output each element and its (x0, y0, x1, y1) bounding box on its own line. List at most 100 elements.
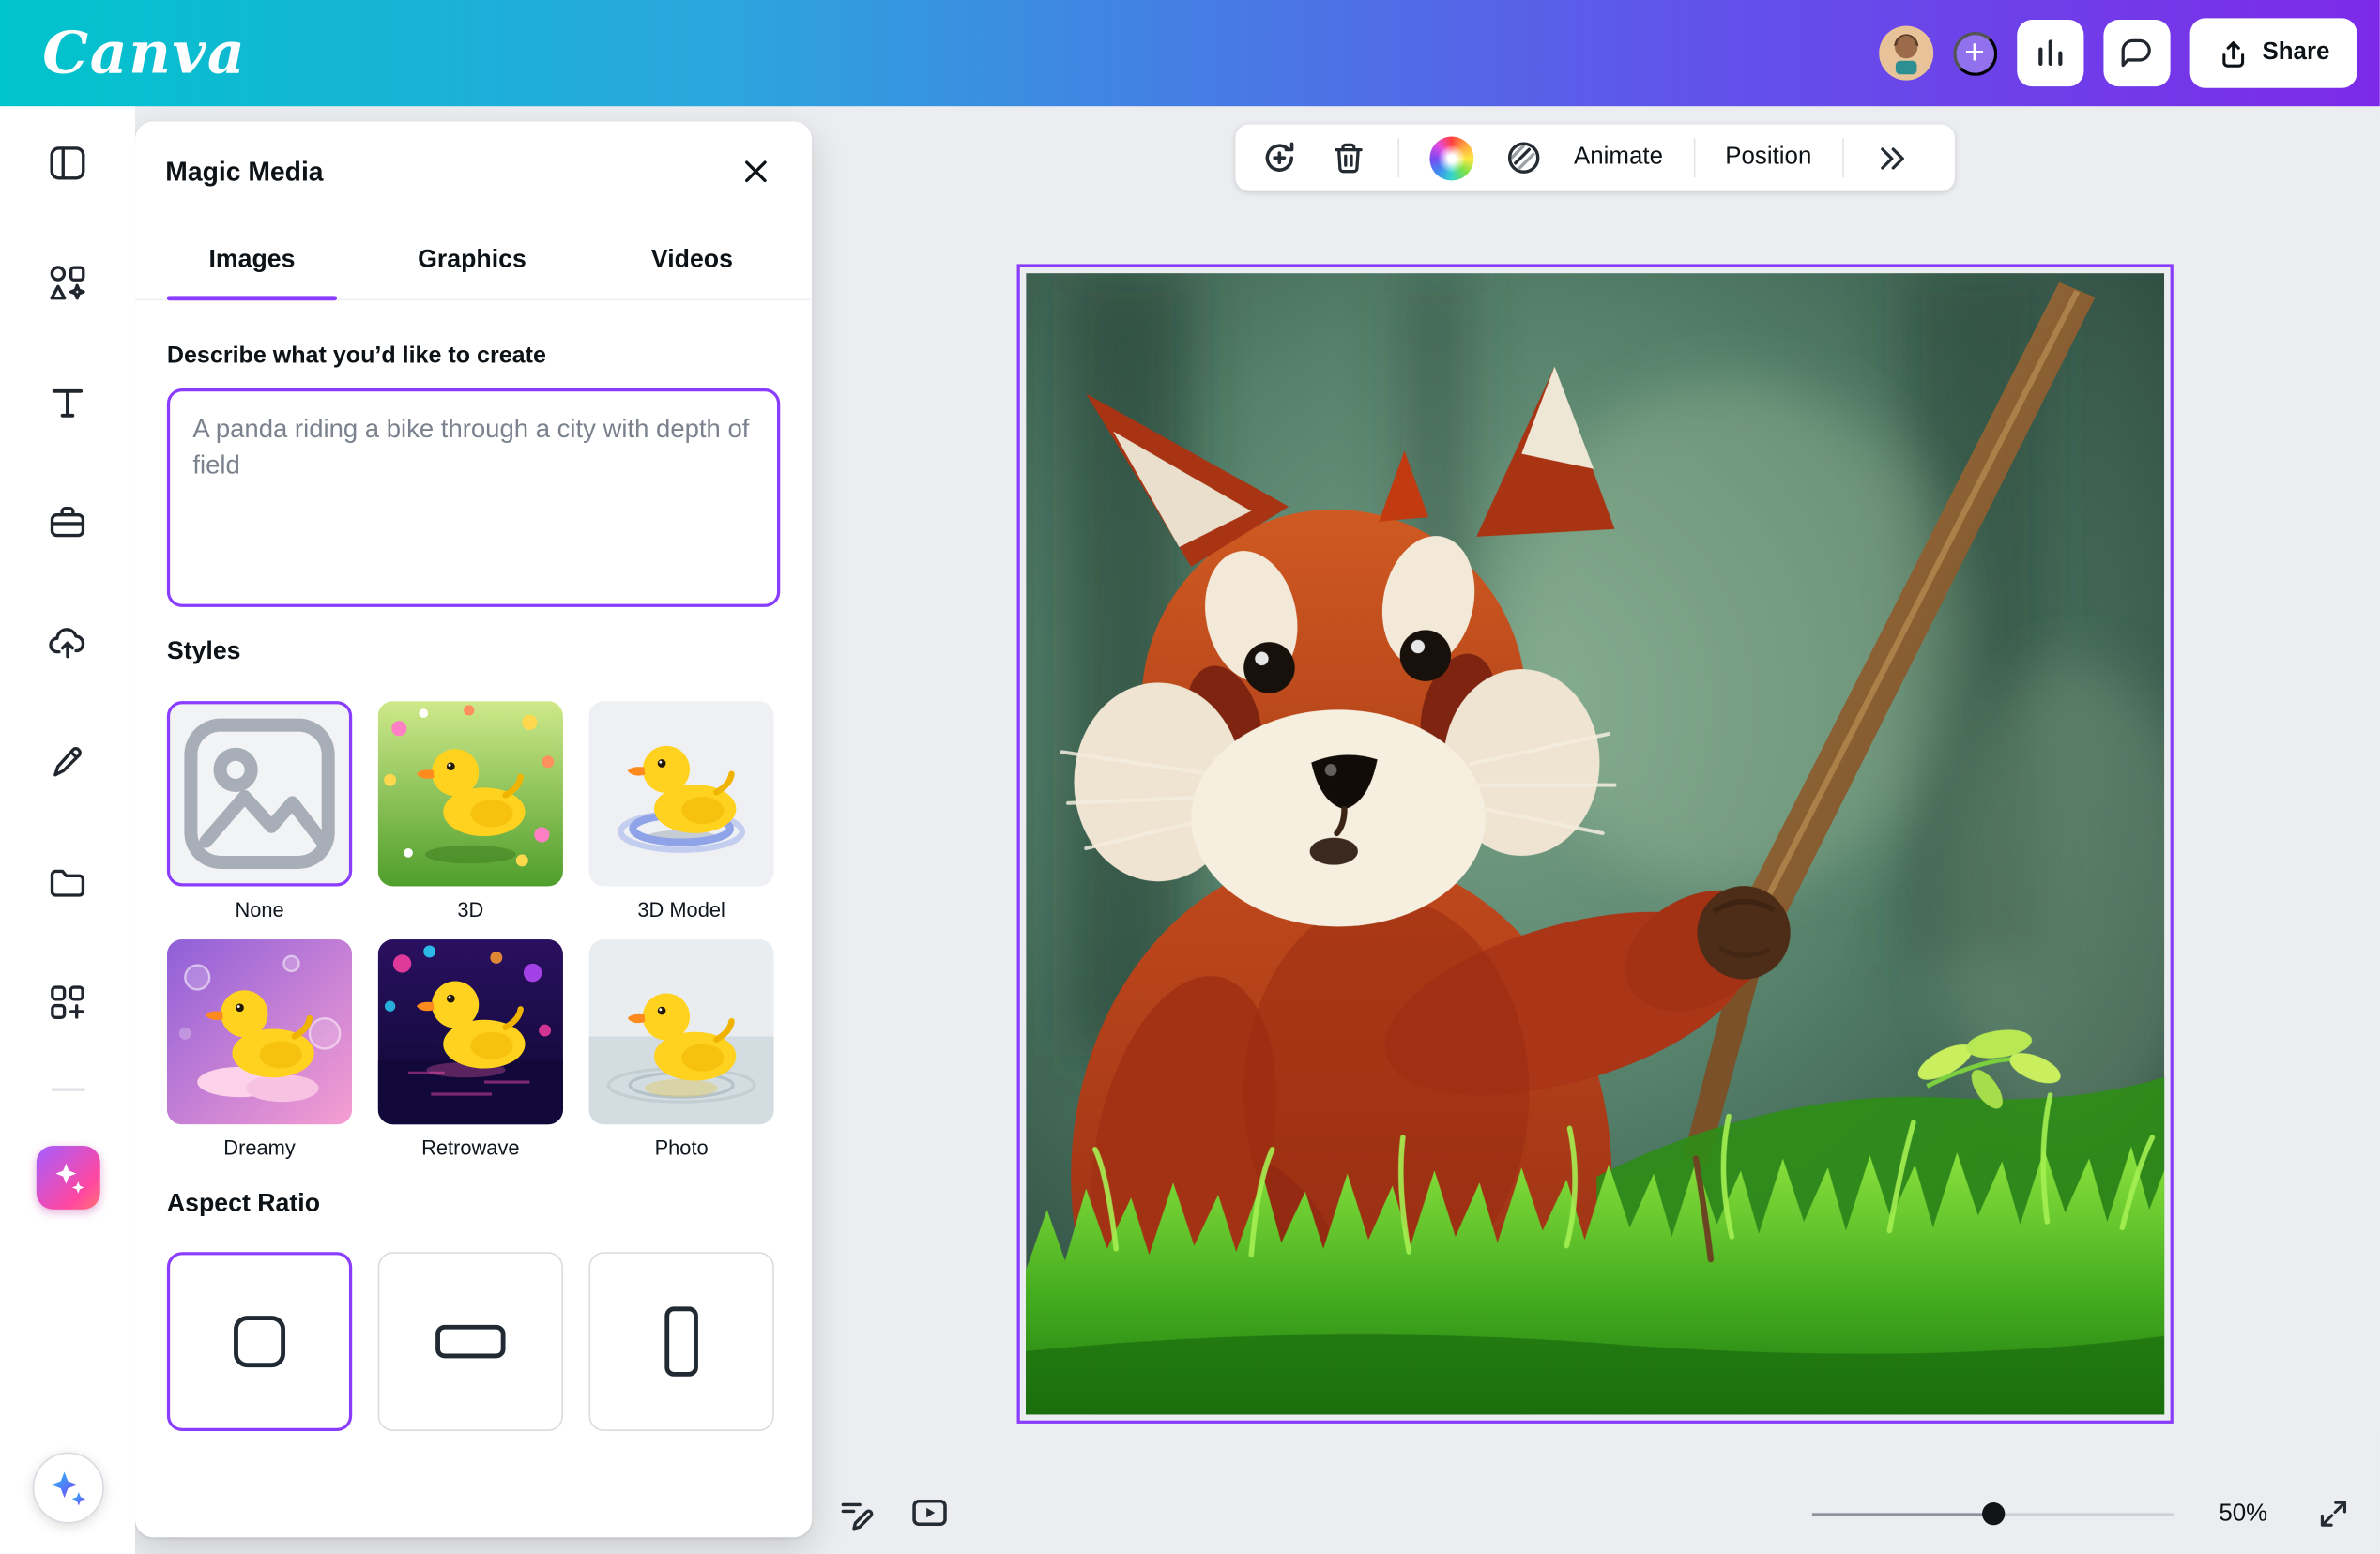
style-dreamy-thumbnail (167, 939, 352, 1124)
panel-header: Magic Media (135, 121, 812, 221)
projects-folder-icon (47, 862, 88, 904)
zoom-level[interactable]: 50% (2219, 1501, 2280, 1528)
avatar[interactable] (1878, 25, 1932, 80)
avatar-image (1878, 25, 1932, 80)
toolbar-divider (1397, 138, 1399, 177)
toolbar-divider (1693, 138, 1695, 177)
add-button[interactable]: + (1953, 31, 1997, 75)
regenerate-button[interactable] (1259, 138, 1299, 177)
style-option-3d: 3D (378, 701, 563, 921)
expand-icon (2316, 1497, 2351, 1531)
style-3d-model-button[interactable] (588, 701, 773, 886)
trash-icon (1330, 139, 1367, 176)
apps-icon (47, 982, 88, 1023)
style-3d-thumbnail (378, 701, 563, 886)
zoom-slider-fill (1812, 1513, 1992, 1516)
notes-button[interactable] (836, 1494, 876, 1533)
close-panel-button[interactable] (730, 145, 782, 197)
styles-heading: Styles (167, 637, 241, 666)
tab-graphics[interactable]: Graphics (387, 221, 557, 298)
regenerate-icon (1259, 138, 1299, 177)
magic-media-icon (36, 1145, 99, 1209)
style-label: Retrowave (378, 1136, 563, 1159)
panel-title: Magic Media (165, 156, 323, 188)
animate-button[interactable]: Animate (1574, 145, 1663, 172)
sidebar-item-elements[interactable] (47, 258, 88, 308)
style-retrowave-button[interactable] (378, 939, 563, 1124)
sidebar-item-projects[interactable] (47, 858, 88, 907)
close-icon (738, 153, 774, 190)
style-photo-button[interactable] (588, 939, 773, 1124)
sidebar-item-draw[interactable] (47, 738, 88, 787)
elements-icon (47, 263, 88, 304)
sparkles-icon (47, 1468, 88, 1509)
sidebar-item-design[interactable] (47, 138, 88, 188)
image-placeholder-icon (170, 701, 349, 886)
style-label: Dreamy (167, 1136, 352, 1159)
plus-icon: + (1964, 34, 1985, 69)
style-none-button[interactable] (167, 701, 352, 886)
sidebar-item-magic-media[interactable] (36, 1151, 99, 1201)
prompt-input[interactable] (167, 388, 780, 607)
aspect-portrait-button[interactable] (588, 1252, 773, 1431)
style-option-3d-model: 3D Model (588, 701, 773, 921)
more-tools-button[interactable] (1874, 141, 1909, 175)
landscape-ratio-icon (435, 1325, 505, 1359)
transparency-icon (1504, 138, 1544, 177)
color-button[interactable] (1429, 136, 1473, 180)
style-label: None (167, 898, 352, 921)
comments-button[interactable] (2103, 20, 2170, 86)
magic-media-panel: Magic Media Images Graphics Videos Descr… (135, 121, 812, 1537)
draw-icon (47, 742, 88, 784)
aspect-landscape-button[interactable] (378, 1252, 563, 1431)
uploads-icon (47, 622, 88, 663)
sidebar-item-uploads[interactable] (47, 617, 88, 667)
selected-image-frame[interactable] (1017, 264, 2174, 1424)
portrait-ratio-icon (664, 1306, 698, 1376)
canva-assistant-button[interactable] (32, 1453, 103, 1524)
notes-icon (836, 1494, 876, 1533)
double-chevron-right-icon (1874, 141, 1909, 175)
bottom-left-tools (836, 1493, 950, 1534)
zoom-controls: 50% (1812, 1497, 2351, 1531)
text-icon (47, 383, 88, 424)
brand-icon (47, 502, 88, 543)
style-retrowave-thumbnail (378, 939, 563, 1124)
toolbar-divider (1842, 138, 1844, 177)
object-toolbar: Animate Position (1235, 125, 1955, 191)
sidebar-item-brand[interactable] (47, 497, 88, 547)
zoom-slider-knob[interactable] (1981, 1502, 2004, 1525)
presentation-icon (909, 1493, 951, 1534)
present-button[interactable] (909, 1493, 951, 1534)
style-photo-thumbnail (588, 939, 773, 1124)
comment-bubble-icon (2117, 34, 2155, 71)
position-button[interactable]: Position (1725, 145, 1811, 172)
share-label: Share (2262, 39, 2329, 67)
fullscreen-button[interactable] (2316, 1497, 2351, 1531)
canva-logo[interactable]: Canva (42, 24, 246, 82)
sidebar-divider (51, 1089, 84, 1091)
style-option-retrowave: Retrowave (378, 939, 563, 1159)
style-option-none: None (167, 701, 352, 921)
style-dreamy-button[interactable] (167, 939, 352, 1124)
styles-grid: None (167, 701, 780, 1159)
aspect-square-button[interactable] (167, 1252, 352, 1431)
top-bar: Canva + (0, 0, 2380, 106)
style-3d-model-thumbnail (588, 701, 773, 886)
style-3d-button[interactable] (378, 701, 563, 886)
transparency-button[interactable] (1504, 138, 1544, 177)
canvas-image[interactable] (1026, 273, 2164, 1414)
style-label: 3D Model (588, 898, 773, 921)
color-wheel-icon (1429, 136, 1473, 180)
share-button[interactable]: Share (2189, 18, 2357, 87)
sidebar-item-text[interactable] (47, 378, 88, 428)
tab-images[interactable]: Images (167, 221, 337, 298)
insights-button[interactable] (2017, 20, 2083, 86)
square-ratio-icon (234, 1316, 285, 1367)
delete-button[interactable] (1330, 139, 1367, 176)
sidebar-item-apps[interactable] (47, 977, 88, 1027)
tab-videos[interactable]: Videos (607, 221, 777, 298)
zoom-slider[interactable] (1812, 1502, 2174, 1525)
share-upload-icon (2217, 38, 2249, 69)
aspect-ratio-heading: Aspect Ratio (167, 1190, 320, 1219)
